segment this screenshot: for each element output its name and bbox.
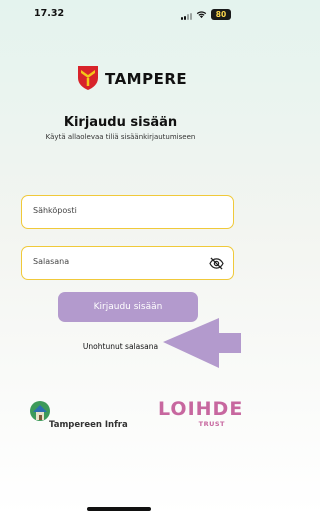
signal-icon: [181, 13, 193, 20]
email-field[interactable]: [21, 195, 234, 229]
login-button[interactable]: Kirjaudu sisään: [58, 292, 198, 322]
password-field[interactable]: [21, 246, 234, 280]
tampere-coat-of-arms-icon: [78, 66, 98, 90]
battery-icon: 80: [211, 9, 231, 20]
page-subtitle: Käytä allaolevaa tiliä sisäänkirjautumis…: [45, 133, 196, 141]
eye-off-icon[interactable]: [209, 257, 224, 270]
loihde-trust-logo: LOIHDE TRUST: [158, 398, 242, 434]
brand-name: TAMPERE: [105, 70, 188, 88]
home-indicator: [87, 507, 151, 511]
partner-loihde-name: LOIHDE: [158, 398, 244, 420]
wifi-icon: [196, 11, 207, 19]
page-title: Kirjaudu sisään: [63, 115, 178, 130]
partner-infra-name: Tampereen Infra: [49, 420, 128, 430]
tampere-logo: TAMPERE: [78, 66, 198, 92]
forgot-password-link[interactable]: Unohtunut salasana: [0, 342, 241, 351]
email-input[interactable]: [31, 205, 205, 216]
infra-house-icon: [30, 401, 50, 421]
status-time: 17.32: [34, 8, 65, 19]
password-input[interactable]: [31, 256, 205, 267]
tampereen-infra-logo: Tampereen Infra: [29, 400, 129, 430]
status-bar: 17.32 80: [0, 0, 241, 30]
partner-loihde-tagline: TRUST: [198, 420, 225, 428]
